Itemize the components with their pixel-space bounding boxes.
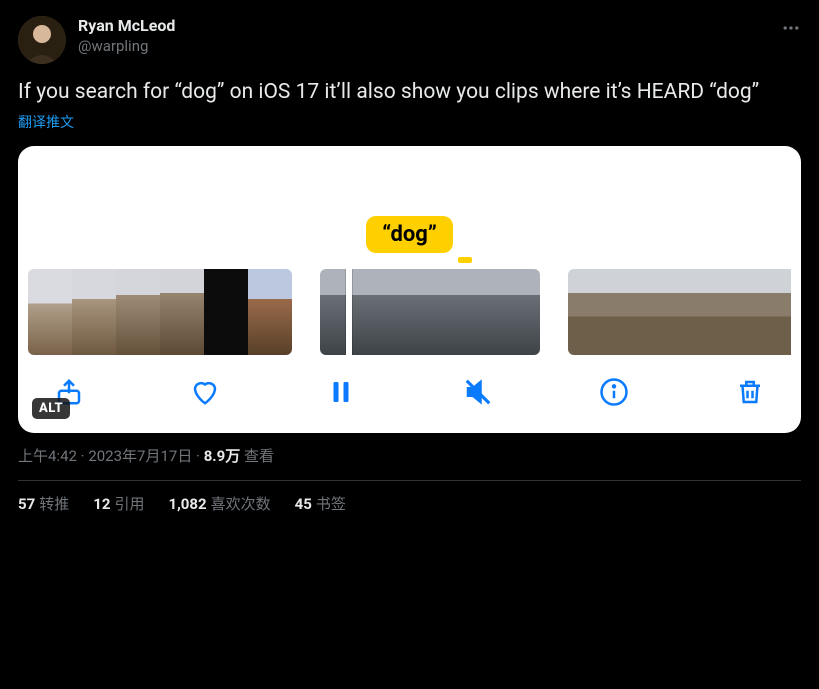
divider xyxy=(18,480,801,481)
clip-frame xyxy=(656,269,700,355)
likes-stat[interactable]: 1,082喜欢次数 xyxy=(168,493,270,514)
clip-frame xyxy=(485,269,540,355)
media-card[interactable]: “dog” xyxy=(18,146,801,433)
bookmarks-stat[interactable]: 45书签 xyxy=(295,493,346,514)
tweet-container: Ryan McLeod @warpling If you search for … xyxy=(0,0,819,524)
clip-frame xyxy=(612,269,656,355)
clip-thumbnail-group xyxy=(28,269,292,355)
clip-frame xyxy=(28,269,72,355)
video-timeline xyxy=(28,269,791,355)
tweet-meta[interactable]: 上午4:42 · 2023年7月17日 · 8.9万 查看 xyxy=(18,445,801,466)
more-icon[interactable] xyxy=(767,18,801,43)
views-label: 查看 xyxy=(240,447,274,465)
handle: @warpling xyxy=(78,37,175,57)
pause-icon[interactable] xyxy=(324,375,358,409)
author-block[interactable]: Ryan McLeod @warpling xyxy=(78,16,175,56)
display-name: Ryan McLeod xyxy=(78,16,175,37)
tweet-date: 2023年7月17日 xyxy=(88,447,192,465)
views-count: 8.9万 xyxy=(204,447,241,465)
clip-thumbnail-group xyxy=(568,269,791,355)
clip-frame xyxy=(116,269,160,355)
retweets-stat[interactable]: 57转推 xyxy=(18,493,69,514)
media-toolbar xyxy=(28,355,791,417)
caption-bubble-row: “dog” xyxy=(28,156,791,263)
caption-bubble: “dog” xyxy=(366,216,453,253)
info-icon[interactable] xyxy=(597,375,631,409)
playhead[interactable] xyxy=(346,269,352,355)
stats-row: 57转推 12引用 1,082喜欢次数 45书签 xyxy=(18,493,801,514)
clip-frame xyxy=(248,269,292,355)
heart-icon[interactable] xyxy=(188,375,222,409)
trash-icon[interactable] xyxy=(733,375,767,409)
alt-badge[interactable]: ALT xyxy=(32,398,70,419)
clip-frame xyxy=(700,269,744,355)
translate-link[interactable]: 翻译推文 xyxy=(18,112,801,132)
clip-frame xyxy=(430,269,485,355)
avatar[interactable] xyxy=(18,16,66,64)
mute-icon[interactable] xyxy=(461,375,495,409)
tweet-header: Ryan McLeod @warpling xyxy=(18,16,801,64)
tweet-time: 上午4:42 xyxy=(18,447,77,465)
quotes-stat[interactable]: 12引用 xyxy=(93,493,144,514)
clip-frame xyxy=(160,269,204,355)
clip-frame xyxy=(568,269,612,355)
clip-frame xyxy=(72,269,116,355)
clip-frame xyxy=(744,269,788,355)
tweet-text: If you search for “dog” on iOS 17 it’ll … xyxy=(18,78,801,106)
clip-thumbnail-group xyxy=(320,269,540,355)
clip-frame xyxy=(204,269,248,355)
clip-frame xyxy=(788,269,791,355)
clip-frame xyxy=(375,269,430,355)
